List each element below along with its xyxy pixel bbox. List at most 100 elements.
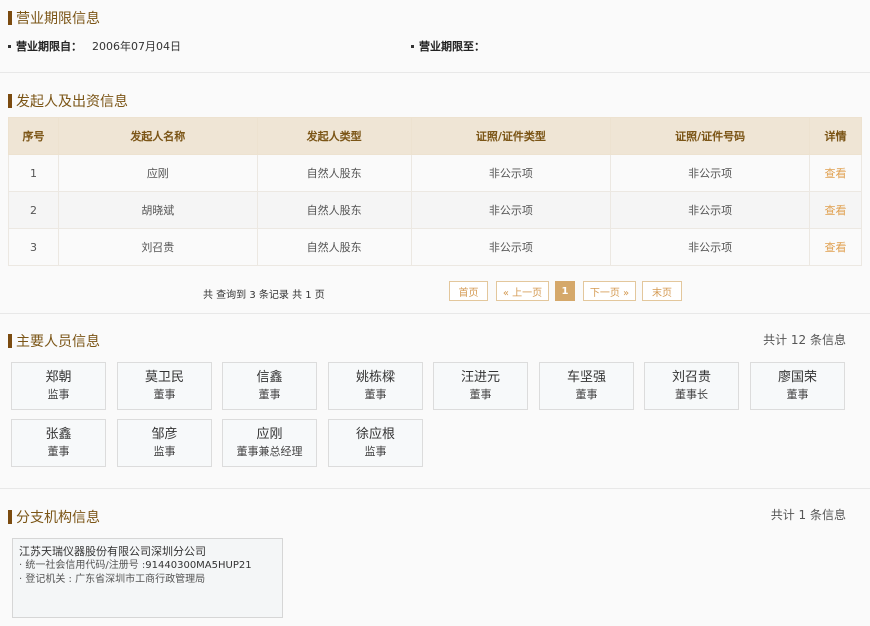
cell-name: 胡晓斌 <box>57 191 258 229</box>
col-header-type: 发起人类型 <box>256 117 412 155</box>
branch-code-value: 91440300MA5HUP21 <box>145 560 252 571</box>
person-card[interactable]: 徐应根 监事 <box>328 419 423 467</box>
person-role: 董事 <box>575 388 598 401</box>
branch-card[interactable]: 江苏天瑞仪器股份有限公司深圳分公司 · 统一社会信用代码/注册号 :914403… <box>12 538 283 618</box>
personnel-title-text: 主要人员信息 <box>16 334 100 350</box>
person-card[interactable]: 廖国荣 董事 <box>750 362 845 410</box>
section-marker <box>8 334 12 348</box>
branch-code-label: · 统一社会信用代码/注册号 : <box>19 560 146 571</box>
business-term-title: 营业期限信息 <box>8 8 100 28</box>
cell-id-type: 非公示项 <box>410 191 612 229</box>
branches-title: 分支机构信息 <box>8 507 100 527</box>
person-card[interactable]: 车坚强 董事 <box>539 362 634 410</box>
person-name: 应刚 <box>256 427 283 442</box>
term-to: 营业期限至： <box>411 38 485 54</box>
section-marker <box>8 94 12 108</box>
person-name: 张鑫 <box>45 427 72 442</box>
person-card[interactable]: 应刚 董事兼总经理 <box>222 419 317 467</box>
person-name: 信鑫 <box>256 370 283 385</box>
col-header-no: 序号 <box>8 117 59 155</box>
table-row: 3 刘召贵 自然人股东 非公示项 非公示项 查看 <box>8 228 862 266</box>
cell-detail: 查看 <box>809 154 862 192</box>
cell-id-no: 非公示项 <box>610 154 810 192</box>
next-page-button[interactable]: 下一页 » <box>583 281 636 301</box>
person-role: 监事 <box>364 445 387 458</box>
person-card[interactable]: 邹彦 监事 <box>117 419 212 467</box>
cell-no: 1 <box>8 154 59 192</box>
person-name: 姚栋樑 <box>355 370 395 385</box>
col-header-detail: 详情 <box>809 117 862 155</box>
divider <box>0 313 870 314</box>
person-card[interactable]: 汪进元 董事 <box>433 362 528 410</box>
person-role: 董事 <box>153 388 176 401</box>
person-card[interactable]: 莫卫民 董事 <box>117 362 212 410</box>
business-term-title-text: 营业期限信息 <box>16 11 100 27</box>
person-card[interactable]: 郑朝 监事 <box>11 362 106 410</box>
person-card[interactable]: 姚栋樑 董事 <box>328 362 423 410</box>
branches-count: 共计 1 条信息 <box>770 508 846 522</box>
cell-detail: 查看 <box>809 191 862 229</box>
view-detail-link[interactable]: 查看 <box>825 167 847 180</box>
col-header-name: 发起人名称 <box>57 117 258 155</box>
table-row: 1 应刚 自然人股东 非公示项 非公示项 查看 <box>8 154 862 192</box>
person-name: 莫卫民 <box>144 370 184 385</box>
table-row: 2 胡晓斌 自然人股东 非公示项 非公示项 查看 <box>8 191 862 229</box>
current-page-button[interactable]: 1 <box>555 281 575 301</box>
person-name: 邹彦 <box>151 427 178 442</box>
last-page-button[interactable]: 末页 <box>642 281 682 301</box>
divider <box>0 72 870 73</box>
branches-title-text: 分支机构信息 <box>16 510 100 526</box>
personnel-count: 共计 12 条信息 <box>763 333 846 347</box>
cell-type: 自然人股东 <box>256 154 412 192</box>
cell-type: 自然人股东 <box>256 191 412 229</box>
person-role: 董事 <box>786 388 809 401</box>
pager-info: 共 查询到 3 条记录 共 1 页 <box>203 290 325 301</box>
divider <box>0 488 870 489</box>
section-marker <box>8 11 12 25</box>
person-card[interactable]: 信鑫 董事 <box>222 362 317 410</box>
term-from-value: 2006年07月04日 <box>92 40 181 53</box>
cell-name: 刘召贵 <box>57 228 258 266</box>
table-header-row: 序号 发起人名称 发起人类型 证照/证件类型 证照/证件号码 详情 <box>8 117 862 155</box>
person-role: 董事 <box>47 445 70 458</box>
personnel-title: 主要人员信息 <box>8 331 100 351</box>
term-from-label: 营业期限自： <box>16 40 82 53</box>
prev-page-button[interactable]: « 上一页 <box>496 281 549 301</box>
person-role: 监事 <box>47 388 70 401</box>
person-name: 刘召贵 <box>671 370 711 385</box>
first-page-button[interactable]: 首页 <box>449 281 488 301</box>
person-name: 郑朝 <box>45 370 72 385</box>
person-role: 董事兼总经理 <box>236 445 303 458</box>
person-name: 徐应根 <box>355 427 395 442</box>
branch-name: 江苏天瑞仪器股份有限公司深圳分公司 <box>19 545 206 558</box>
term-to-label: 营业期限至： <box>419 40 485 53</box>
investors-table: 序号 发起人名称 发起人类型 证照/证件类型 证照/证件号码 详情 1 应刚 自… <box>8 117 862 266</box>
cell-id-type: 非公示项 <box>410 154 612 192</box>
person-role: 董事长 <box>675 388 708 401</box>
investors-title-text: 发起人及出资信息 <box>16 94 128 110</box>
cell-id-no: 非公示项 <box>610 228 810 266</box>
cell-detail: 查看 <box>809 228 862 266</box>
person-card[interactable]: 刘召贵 董事长 <box>644 362 739 410</box>
bullet-icon <box>411 44 414 48</box>
cell-name: 应刚 <box>57 154 258 192</box>
branch-authority-value: 广东省深圳市工商行政管理局 <box>75 574 206 585</box>
cell-no: 2 <box>8 191 59 229</box>
person-name: 车坚强 <box>566 370 606 385</box>
bullet-icon <box>8 44 11 48</box>
view-detail-link[interactable]: 查看 <box>825 204 847 217</box>
term-from: 营业期限自： 2006年07月04日 <box>8 38 181 54</box>
section-marker <box>8 510 12 524</box>
investors-title: 发起人及出资信息 <box>8 91 128 111</box>
col-header-id-type: 证照/证件类型 <box>410 117 612 155</box>
cell-id-type: 非公示项 <box>410 228 612 266</box>
cell-id-no: 非公示项 <box>610 191 810 229</box>
branch-code-line: · 统一社会信用代码/注册号 :91440300MA5HUP21 <box>19 559 276 573</box>
person-name: 廖国荣 <box>777 370 817 385</box>
person-card[interactable]: 张鑫 董事 <box>11 419 106 467</box>
person-role: 董事 <box>258 388 281 401</box>
person-role: 董事 <box>364 388 387 401</box>
view-detail-link[interactable]: 查看 <box>825 241 847 254</box>
person-role: 董事 <box>469 388 492 401</box>
col-header-id-no: 证照/证件号码 <box>610 117 810 155</box>
